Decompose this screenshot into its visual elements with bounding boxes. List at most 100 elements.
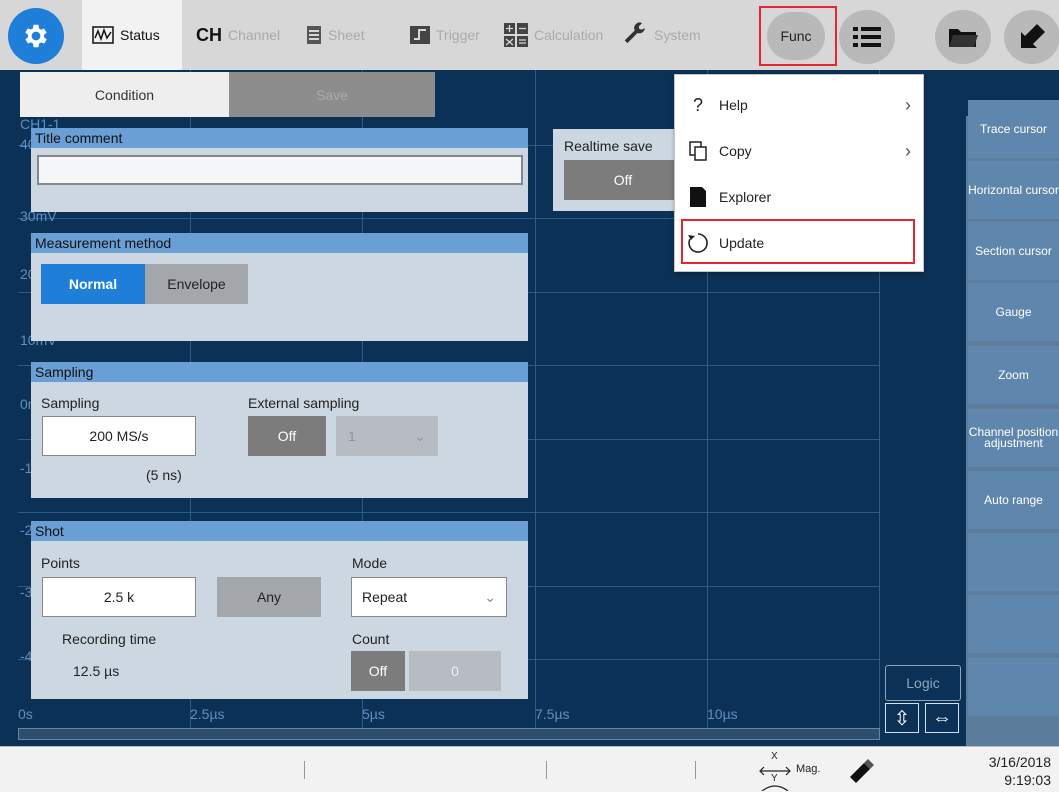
mode-select[interactable]: Repeat ⌄ [351,577,507,617]
date-time: 3/16/2018 9:19:03 [989,753,1051,789]
points-value: 2.5 k [103,589,135,605]
empty-cursor-button[interactable] [968,533,1059,591]
button-label: Zoom [998,367,1029,382]
shot-panel: Shot Points 2.5 k Any Mode Repeat ⌄ Reco… [31,521,528,699]
settings-gear-button[interactable] [8,8,64,64]
button-label: Any [256,589,282,605]
tab-condition[interactable]: Condition [20,72,229,117]
any-points-button[interactable]: Any [217,577,321,617]
chevron-right-icon: › [905,140,911,161]
sampling-rate-value: 200 MS/s [89,428,149,444]
external-sampling-toggle[interactable]: Off [248,416,326,456]
menu-item-label: Copy [719,143,752,159]
toggle-label: Off [613,172,633,188]
func-button-highlight [759,6,837,66]
trace-cursor-button[interactable]: Trace cursor [968,100,1059,158]
explorer-icon [687,187,709,207]
gauge-button[interactable]: Gauge [968,283,1059,341]
sampling-label: Sampling [41,395,100,411]
sampling-rate-field[interactable]: 200 MS/s [42,416,196,456]
list-menu-button[interactable] [839,10,895,64]
menu-item-copy[interactable]: Copy › [675,128,925,174]
external-sampling-select[interactable]: 1 ⌄ [336,416,438,456]
copy-icon [687,141,709,161]
realtime-save-toggle[interactable]: Off [564,160,682,200]
tab-sheet[interactable]: Sheet [296,0,375,70]
title-comment-input[interactable] [37,155,523,185]
status-separator [546,761,547,779]
xy-mag-indicator[interactable]: X Y Mag. [758,751,828,791]
menu-item-label: Help [719,97,748,113]
grid-line [18,512,880,513]
empty-cursor-button[interactable] [968,595,1059,653]
tab-condition-label: Condition [94,86,155,103]
open-folder-button[interactable] [935,10,991,64]
mode-label: Mode [352,555,388,571]
x-axis-label: 10µs [707,706,738,722]
button-label: Horizontal cursor [968,182,1059,197]
menu-item-help[interactable]: ? Help › [675,82,925,128]
mode-value: Repeat [362,589,408,605]
top-toolbar: Status CH Channel Sheet Trigger Calculat… [0,0,1059,70]
horizontal-arrow-button[interactable]: ⇔ [925,703,959,733]
tab-system-label: System [654,27,701,43]
expand-button[interactable] [1004,10,1059,64]
normal-method-button[interactable]: Normal [41,264,145,304]
points-label: Points [41,555,80,571]
button-label: Trace cursor [980,121,1047,136]
left-edge-strip [0,70,18,750]
horizontal-arrows-icon: ⇔ [932,706,952,729]
logic-button[interactable]: Logic [885,665,961,701]
date: 3/16/2018 [988,754,1051,770]
zoom-button[interactable]: Zoom [968,346,1059,404]
envelope-method-button[interactable]: Envelope [145,264,248,304]
trigger-icon [410,26,430,44]
button-label: Envelope [167,276,226,292]
menu-item-label: Explorer [719,189,772,205]
button-label: Channel position adjustment [968,425,1059,450]
update-item-highlight [681,219,915,264]
help-icon: ? [692,94,703,115]
vertical-arrow-button[interactable]: ⇳ [885,703,919,733]
section-cursor-button[interactable]: Section cursor [968,222,1059,280]
button-label: Gauge [995,304,1032,319]
realtime-save-panel: Realtime save Off [553,129,693,211]
select-value: 1 [348,428,356,444]
sampling-period: (5 ns) [146,467,182,483]
tab-channel[interactable]: CH Channel [186,0,290,70]
channel-position-adjustment-button[interactable]: Channel position adjustment [968,409,1059,467]
tab-trigger[interactable]: Trigger [400,0,490,70]
calculation-icon [504,23,528,47]
tab-save[interactable]: Save [229,72,435,117]
waveform-scrollbar[interactable] [18,728,880,740]
x-axis-label: 7.5µs [535,706,570,722]
tab-system[interactable]: System [612,0,711,70]
usb-drive-icon [850,759,874,783]
empty-cursor-button[interactable] [968,658,1059,716]
axis-x-label: X [771,751,778,762]
shot-header: Shot [31,521,528,541]
x-axis-label: 2.5µs [190,706,225,722]
realtime-save-label: Realtime save [564,138,653,154]
tab-calculation-label: Calculation [534,27,604,43]
tab-save-label: Save [316,86,348,103]
folder-icon [949,29,978,47]
external-sampling-label: External sampling [248,395,360,411]
count-toggle[interactable]: Off [351,651,405,691]
chevron-down-icon: ⌄ [484,588,496,605]
tab-calculation[interactable]: Calculation [494,0,613,70]
menu-item-explorer[interactable]: Explorer [675,174,925,220]
x-axis-label: 0s [18,706,33,722]
title-comment-panel: Title comment [31,128,528,212]
measurement-method-panel: Measurement method Normal Envelope [31,233,528,341]
horizontal-cursor-button[interactable]: Horizontal cursor [968,161,1059,219]
count-field[interactable]: 0 [409,651,501,691]
button-label: Normal [68,276,118,292]
button-label: Section cursor [975,243,1052,258]
auto-range-button[interactable]: Auto range [968,471,1059,529]
toggle-label: Off [368,663,388,679]
sheet-icon [307,26,321,44]
tab-status[interactable]: Status [82,0,182,70]
points-field[interactable]: 2.5 k [42,577,196,617]
sampling-header: Sampling [31,362,528,382]
